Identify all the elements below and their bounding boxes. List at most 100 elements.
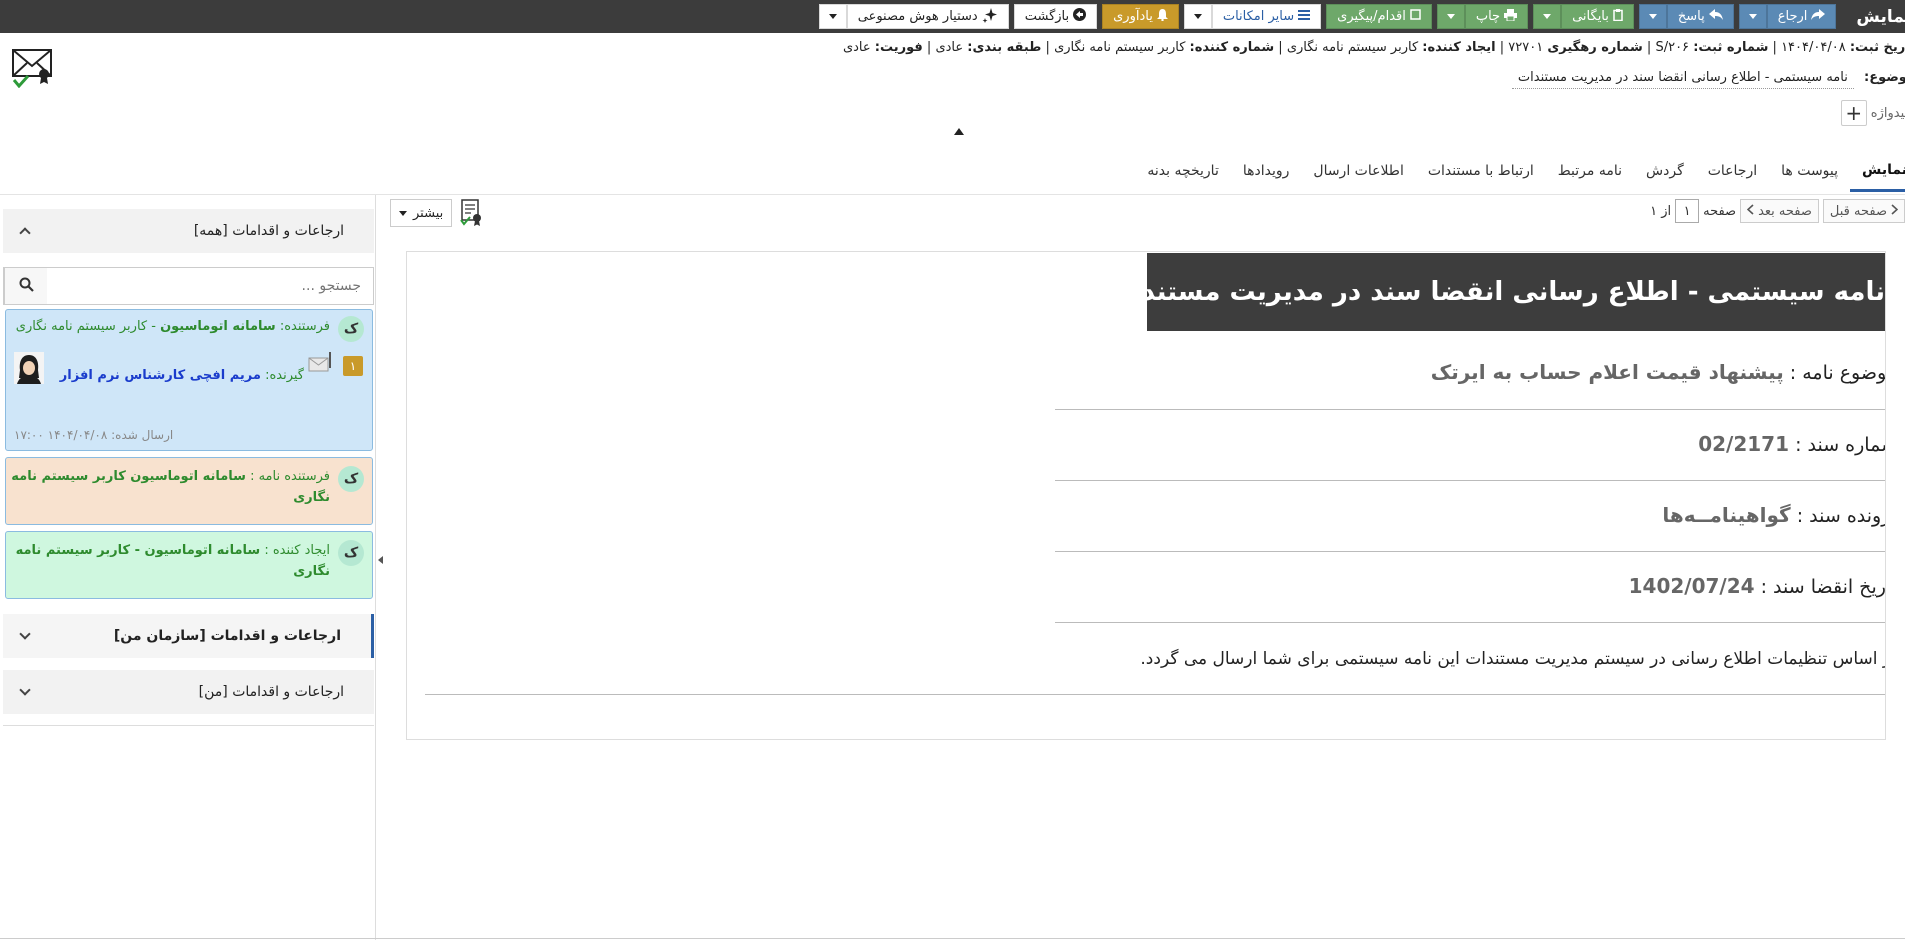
creator-text: ایجاد کننده : سامانه اتوماسیون - کاربر س… xyxy=(16,540,330,582)
reminder-button[interactable]: یادآوری xyxy=(1102,4,1179,29)
page-count: از ۱ xyxy=(1650,203,1672,219)
ai-assistant-dropdown-button[interactable] xyxy=(818,4,847,29)
caret-down-icon xyxy=(828,14,837,19)
page-label: صفحه xyxy=(1703,203,1737,219)
creator-card-value-cont: نگاری xyxy=(293,564,330,579)
ai-assistant-label: دستیار هوش مصنوعی xyxy=(857,9,978,24)
more-options-group: سایر امکانات xyxy=(1183,4,1322,29)
more-options-dropdown-button[interactable] xyxy=(1183,4,1212,29)
more-label: بیشتر xyxy=(413,205,444,221)
chevron-up-icon xyxy=(19,227,31,239)
search-button[interactable] xyxy=(4,268,47,304)
sent-time-line: ارسال شده: ۱۴۰۴/۰۴/۰۸ ۱۷:۰۰ xyxy=(14,428,173,442)
letter-subject-row: موضوع نامه : پیشنهاد قیمت اعلام حساب به … xyxy=(1431,360,1886,384)
back-button[interactable]: بازگشت xyxy=(1013,4,1098,29)
subject-value[interactable]: نامه سیستمی - اطلاع رسانی انقضا سند در م… xyxy=(1511,70,1854,89)
chevron-left-icon xyxy=(1746,203,1754,219)
checkbox-icon xyxy=(1410,9,1421,24)
refer-label: ارجاع xyxy=(1777,9,1808,24)
creator-card[interactable]: ک ایجاد کننده : سامانه اتوماسیون - کاربر… xyxy=(5,531,373,599)
bell-icon xyxy=(1156,8,1168,25)
reply-arrow-icon xyxy=(1708,9,1723,24)
next-page-label: صفحه بعد xyxy=(1758,203,1812,219)
tab-documents-link[interactable]: ارتباط با مستندات xyxy=(1416,150,1546,192)
more-button[interactable]: بیشتر xyxy=(390,199,453,227)
user-initial-avatar: ک xyxy=(338,466,364,492)
referral-card[interactable]: ک فرستنده: سامانه اتوماسیون - کاربر سیست… xyxy=(5,309,373,451)
search-input[interactable] xyxy=(47,268,373,304)
creator-label: ایجاد کننده: xyxy=(1422,40,1496,55)
tab-referrals[interactable]: ارجاعات xyxy=(1696,150,1769,192)
next-page-button[interactable]: صفحه بعد xyxy=(1740,199,1819,223)
doc-number-value: 02/2171 xyxy=(1698,432,1790,456)
letter-footer-text: بر اساس تنظیمات اطلاع رسانی در سیستم مدی… xyxy=(1140,649,1886,669)
caret-down-icon xyxy=(1193,14,1202,19)
letter-subject-label: موضوع نامه : xyxy=(1789,362,1886,384)
caret-down-icon xyxy=(1446,14,1455,19)
caret-down-icon xyxy=(399,210,407,216)
action-label: اقدام/پیگیری xyxy=(1337,9,1406,24)
action-followup-button[interactable]: اقدام/پیگیری xyxy=(1326,4,1432,29)
referrals-all-header[interactable]: ارجاعات و اقدامات [همه] xyxy=(3,209,374,253)
more-options-button[interactable]: سایر امکانات xyxy=(1211,4,1322,29)
app-title: نمایش xyxy=(1856,6,1905,27)
referrals-all-title: ارجاعات و اقدامات [همه] xyxy=(193,223,344,239)
document-toolbar: صفحه قبل صفحه بعد صفحه ۱ از ۱ بیشتر xyxy=(390,196,1905,230)
letter-sender-card[interactable]: ک فرستنده نامه : سامانه اتوماسیون کاربر … xyxy=(5,457,373,525)
tab-body-history[interactable]: تاریخچه بدنه xyxy=(1135,150,1231,192)
doc-expiry-row: تاریخ انقضا سند : 1402/07/24 xyxy=(1629,574,1885,598)
print-button[interactable]: چاپ xyxy=(1464,4,1529,29)
collapse-panel-icon[interactable] xyxy=(378,556,383,564)
letter-meta-line: تاریخ ثبت: ۱۴۰۴/۰۴/۰۸ | شماره ثبت: S/۲۰۶… xyxy=(843,40,1905,55)
archive-button[interactable]: بایگانی xyxy=(1561,4,1634,29)
letter-body: نامه سیستمی - اطلاع رسانی انقضا سند در م… xyxy=(406,251,1886,740)
chevron-down-icon xyxy=(19,684,31,696)
reply-button[interactable]: پاسخ xyxy=(1666,4,1734,29)
user-photo-avatar xyxy=(14,352,44,388)
page-number-input[interactable]: ۱ xyxy=(1675,199,1700,223)
reply-button-group: پاسخ xyxy=(1638,4,1734,29)
refer-button[interactable]: ارجاع xyxy=(1766,4,1837,29)
tab-related-letter[interactable]: نامه مرتبط xyxy=(1546,150,1634,192)
row-divider xyxy=(1055,480,1885,481)
track-label: شماره رهگیری xyxy=(1547,40,1643,55)
ai-assistant-button[interactable]: دستیار هوش مصنوعی xyxy=(846,4,1009,29)
sent-label: ارسال شده: xyxy=(111,428,174,442)
user-initial-avatar: ک xyxy=(338,540,364,566)
certificate-icon[interactable] xyxy=(460,199,484,231)
prev-page-button[interactable]: صفحه قبل xyxy=(1822,199,1905,223)
tab-send-info[interactable]: اطلاعات ارسال xyxy=(1301,150,1415,192)
tab-flow[interactable]: گردش xyxy=(1634,150,1696,192)
sender-line: فرستنده: سامانه اتوماسیون - کاربر سیستم … xyxy=(16,319,330,334)
letter-sender-text: فرستنده نامه : سامانه اتوماسیون کاربر سی… xyxy=(11,466,330,508)
archive-dropdown-button[interactable] xyxy=(1533,4,1562,29)
ai-assistant-group: دستیار هوش مصنوعی xyxy=(818,4,1009,29)
pagination: صفحه قبل صفحه بعد صفحه ۱ از ۱ xyxy=(1650,199,1905,223)
sender-user: - کاربر سیستم نامه نگاری xyxy=(15,319,156,334)
numberer-label: شماره کننده: xyxy=(1189,40,1275,55)
tab-attachments[interactable]: پیوست ها xyxy=(1769,150,1850,192)
letter-sender-value-cont: نگاری xyxy=(293,490,330,505)
row-divider xyxy=(1055,551,1885,552)
collapse-header-icon[interactable] xyxy=(954,128,964,135)
sparkle-icon xyxy=(982,7,998,27)
sender-org: سامانه اتوماسیون xyxy=(160,319,276,334)
referrals-org-title: ارجاعات و اقدامات [سازمان من] xyxy=(113,628,341,644)
chevron-right-icon xyxy=(1891,203,1899,219)
classification-value: عادی xyxy=(935,40,964,55)
tab-view[interactable]: نمایش xyxy=(1850,150,1905,192)
verified-mail-icon xyxy=(12,48,54,92)
receiver-name[interactable]: مریم افچی کارشناس نرم افزار xyxy=(60,368,261,383)
refer-dropdown-button[interactable] xyxy=(1738,4,1767,29)
tab-events[interactable]: رویدادها xyxy=(1231,150,1302,192)
print-dropdown-button[interactable] xyxy=(1436,4,1465,29)
footer-divider xyxy=(425,694,1885,695)
reply-dropdown-button[interactable] xyxy=(1638,4,1667,29)
add-keyword-button[interactable]: + xyxy=(1840,100,1867,126)
archive-label: بایگانی xyxy=(1572,9,1609,24)
doc-file-row: پرونده سند : گواهینامــه‌ها xyxy=(1662,503,1885,527)
action-button-group: اقدام/پیگیری xyxy=(1326,4,1432,29)
referrals-mine-header[interactable]: ارجاعات و اقدامات [من] xyxy=(3,670,374,714)
creator-value: کاربر سیستم نامه نگاری xyxy=(1286,40,1419,55)
referrals-org-header[interactable]: ارجاعات و اقدامات [سازمان من] xyxy=(3,614,374,658)
